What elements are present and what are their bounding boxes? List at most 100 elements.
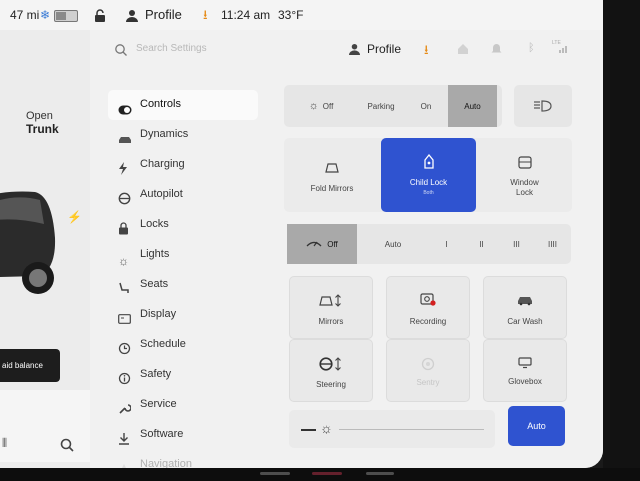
glovebox-icon [518, 357, 532, 369]
bolt-icon [118, 158, 132, 175]
fold-mirrors-button[interactable]: Fold Mirrors [284, 138, 380, 212]
wiper-off-button[interactable]: Off [287, 224, 357, 264]
sidebar-item-label: Lights [140, 248, 170, 260]
wiper-speed-1-button[interactable]: I [429, 224, 464, 264]
sidebar-item-display[interactable]: Display [108, 300, 258, 330]
sun-icon: ☼ [118, 254, 129, 268]
battery-icon [54, 0, 78, 30]
sidebar-item-seats[interactable]: Seats [108, 270, 258, 300]
equalizer-icon[interactable]: ⫴ [2, 436, 7, 451]
sidebar-item-label: Locks [140, 218, 169, 230]
headlight-off-button[interactable]: ☼ Off [284, 85, 358, 127]
profile-icon[interactable] [126, 0, 138, 30]
wiper-off-label: Off [327, 239, 338, 249]
recording-button[interactable]: Recording [386, 276, 470, 339]
headlight-auto-button[interactable]: Auto [448, 85, 497, 127]
auto-high-beam-button[interactable] [514, 85, 572, 127]
wiper-speed-4-label: IIII [548, 239, 557, 249]
display-icon [118, 308, 132, 324]
bell-icon[interactable] [491, 43, 502, 55]
bezel-reflection [312, 472, 342, 475]
status-profile-label[interactable]: Profile [145, 0, 182, 30]
header-download-icon[interactable]: ⭳ [424, 41, 429, 63]
sidebar-item-lights[interactable]: ☼ Lights [108, 240, 258, 270]
sidebar-item-autopilot[interactable]: Autopilot [108, 180, 258, 210]
headlight-parking-label: Parking [367, 101, 395, 111]
headlight-on-label: On [420, 101, 432, 111]
navigation-icon [118, 458, 132, 468]
wiper-auto-button[interactable]: Auto [357, 224, 429, 264]
sentry-icon [421, 357, 435, 371]
sidebar-item-safety[interactable]: Safety [108, 360, 258, 390]
wiper-speed-2-button[interactable]: II [464, 224, 499, 264]
child-lock-button[interactable]: Child Lock Both [381, 138, 476, 212]
fold-mirrors-label: Fold Mirrors [310, 184, 354, 193]
sidebar-item-charging[interactable]: Charging [108, 150, 258, 180]
sentry-button[interactable]: Sentry [386, 339, 470, 402]
bezel-reflection [260, 472, 290, 475]
balance-banner[interactable]: aid balance [0, 349, 60, 382]
bluetooth-icon[interactable]: ᛒ [528, 42, 535, 54]
brightness-slider-track[interactable] [339, 429, 484, 430]
sidebar-item-software[interactable]: Software [108, 420, 258, 450]
headlight-auto-label: Auto [464, 101, 481, 111]
sidebar-item-navigation[interactable]: Navigation [108, 450, 258, 468]
sidebar-item-label: Seats [140, 278, 169, 290]
header-profile-label[interactable]: Profile [367, 42, 401, 56]
wiper-speed-1-label: I [445, 239, 448, 249]
car-panel: Open Trunk ⚡ aid balance ⫴ [0, 30, 100, 468]
sidebar-item-service[interactable]: Service [108, 390, 258, 420]
header-profile-icon[interactable] [349, 43, 360, 55]
brightness-auto-button[interactable]: Auto [508, 406, 565, 446]
sidebar-item-label: Autopilot [140, 188, 183, 200]
fold-mirror-icon [325, 163, 339, 173]
info-icon [118, 368, 132, 385]
wipers-control: Off Auto I II III IIII [287, 224, 571, 264]
headlight-parking-button[interactable]: Parking [358, 85, 404, 127]
outside-temperature: 33°F [278, 8, 304, 22]
snowflake-icon: ❄ [40, 8, 51, 22]
lock-controls-row: Fold Mirrors Child Lock Both Window Lock [284, 138, 572, 212]
headlight-on-button[interactable]: On [404, 85, 448, 127]
trunk-label-line2: Trunk [26, 122, 59, 136]
sidebar-item-label: Dynamics [140, 128, 189, 140]
steering-button[interactable]: Steering [289, 339, 373, 402]
sidebar-item-dynamics[interactable]: Dynamics [108, 120, 258, 150]
download-icon[interactable]: ⭳ [203, 0, 208, 30]
wiper-speed-3-button[interactable]: III [499, 224, 534, 264]
steering-label: Steering [316, 380, 346, 389]
sidebar-item-schedule[interactable]: Schedule [108, 330, 258, 360]
wiper-speed-2-label: II [479, 239, 484, 249]
wiper-speed-4-button[interactable]: IIII [534, 224, 571, 264]
window-lock-button[interactable]: Window Lock [477, 138, 572, 212]
glovebox-button[interactable]: Glovebox [483, 339, 567, 402]
settings-header: Profile ⭳ ᛒ LTE [90, 30, 603, 70]
high-beam-icon [534, 100, 552, 112]
wiper-auto-label: Auto [384, 239, 402, 249]
sidebar-item-label: Navigation [140, 458, 192, 468]
range-text: 47 mi [10, 8, 40, 22]
car-wash-icon [518, 297, 532, 306]
sidebar-item-controls[interactable]: Controls [108, 90, 258, 120]
sidebar-item-label: Service [140, 398, 177, 410]
steering-wheel-icon [118, 188, 132, 205]
open-trunk-button[interactable]: Open Trunk [26, 110, 59, 137]
unlock-icon[interactable] [94, 0, 106, 30]
window-lock-label: Window Lock [477, 178, 572, 198]
touchscreen: 47 mi ❄ Profile ⭳ 11:24 am 33°F Open Tru… [0, 0, 603, 468]
sentry-label: Sentry [416, 378, 440, 387]
recording-label: Recording [409, 317, 447, 326]
car-icon [118, 128, 132, 143]
headlight-off-label: Off [322, 101, 334, 111]
car-panel-footer: ⫴ [0, 390, 97, 462]
lock-icon [118, 218, 132, 235]
settings-search-input[interactable] [136, 43, 316, 54]
mirrors-button[interactable]: Mirrors [289, 276, 373, 339]
homelink-icon[interactable] [457, 43, 469, 55]
sidebar-item-locks[interactable]: Locks [108, 210, 258, 240]
charge-port-icon[interactable]: ⚡ [67, 210, 82, 224]
car-wash-button[interactable]: Car Wash [483, 276, 567, 339]
headlights-control: ☼ Off Parking On Auto [284, 85, 502, 127]
sidebar-item-label: Safety [140, 368, 172, 380]
search-icon[interactable] [60, 438, 74, 452]
